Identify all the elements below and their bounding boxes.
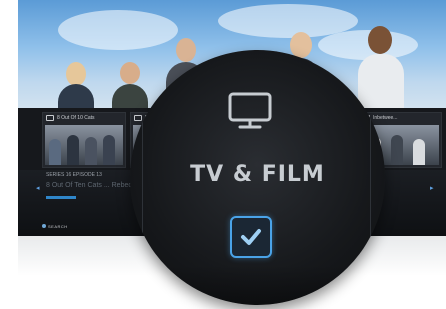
content-tile[interactable]: 8 Out Of 10 Cats (42, 112, 126, 168)
arrow-left-icon[interactable]: ◂ (36, 184, 40, 192)
episode-info: SERIES 16 EPISODE 13 (46, 172, 102, 178)
shade (130, 265, 385, 305)
arrow-right-icon[interactable]: ▸ (430, 184, 434, 192)
more-link[interactable] (46, 196, 76, 199)
monitor-icon (134, 115, 142, 121)
checkmark-icon (241, 229, 261, 245)
tile-thumbnail (45, 125, 123, 165)
search-button[interactable]: SEARCH (48, 224, 68, 229)
magnifier-callout: TV & FILM (130, 50, 385, 305)
category-checkbox[interactable] (230, 216, 272, 258)
tile-title: Inbetwee... (373, 115, 398, 121)
hero-person (358, 14, 404, 118)
tile-title: 8 Out Of 10 Cats (57, 115, 95, 121)
category-label: TV & FILM (190, 162, 325, 187)
monitor-icon (46, 115, 54, 121)
search-icon (42, 224, 46, 228)
monitor-icon (228, 92, 272, 129)
